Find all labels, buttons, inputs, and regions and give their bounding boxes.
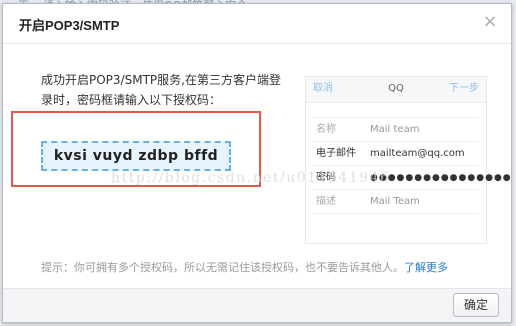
tip-text: 提示：你可拥有多个授权码，所以无需记住该授权码，也不要告诉其他人。了解更多 xyxy=(41,259,448,275)
form-label-password: 密码 xyxy=(316,172,336,183)
tip-message: 提示：你可拥有多个授权码，所以无需记住该授权码，也不要告诉其他人。 xyxy=(41,261,404,274)
dialog-title: 开启POP3/SMTP xyxy=(19,18,120,33)
phone-settings-illustration: QQ 取消 下一步 名称 Mail team 电子邮件 mailteam@qq.… xyxy=(305,76,511,244)
form-value-name: Mail team xyxy=(370,124,420,135)
form-label-description: 描述 xyxy=(316,196,336,207)
dialog-footer: 确定 xyxy=(3,288,511,322)
dialog-header: 开启POP3/SMTP × xyxy=(3,4,511,44)
pop3-smtp-dialog: 开启POP3/SMTP × 成功开启POP3/SMTP服务,在第三方客户端登录时… xyxy=(2,3,512,323)
close-icon[interactable]: × xyxy=(481,13,499,31)
instruction-text: 成功开启POP3/SMTP服务,在第三方客户端登录时，密码框请输入以下授权码： xyxy=(41,73,281,107)
confirm-button[interactable]: 确定 xyxy=(453,293,499,317)
form-row-name: 名称 Mail team xyxy=(312,118,478,142)
auth-code: kvsi vuyd zdbp bffd xyxy=(41,141,231,171)
learn-more-link[interactable]: 了解更多 xyxy=(404,261,448,274)
form-row-email: 电子邮件 mailteam@qq.com xyxy=(312,142,478,166)
form-value-email: mailteam@qq.com xyxy=(370,148,465,159)
form-label-email: 电子邮件 xyxy=(316,148,356,159)
phone-nav-bar: QQ 取消 下一步 xyxy=(306,77,486,103)
form-value-description: Mail Team xyxy=(370,196,420,207)
form-value-password: ●●●●●●●●●●●●●●●● xyxy=(370,173,512,183)
phone-nav-cancel: 取消 xyxy=(313,83,333,94)
form-label-name: 名称 xyxy=(316,124,336,135)
form-row-description: 描述 Mail Team xyxy=(312,190,478,214)
form-row-password: 密码 ●●●●●●●●●●●●●●●● xyxy=(312,166,511,190)
phone-nav-next: 下一步 xyxy=(449,83,479,94)
phone-account-form: 名称 Mail team 电子邮件 mailteam@qq.com 密码 ●●●… xyxy=(312,117,511,214)
